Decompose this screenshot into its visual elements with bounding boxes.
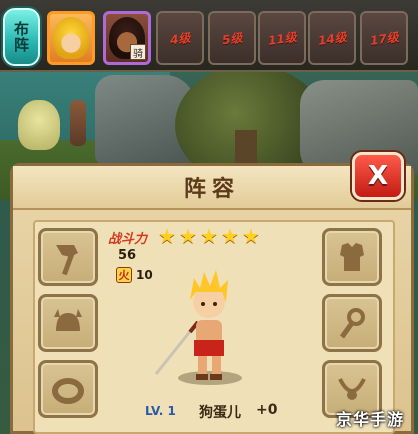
locked-slot-4[interactable]: 4级 xyxy=(156,11,204,65)
unlock-level-label: 11级 xyxy=(266,29,298,48)
npc-creature[interactable] xyxy=(18,100,60,150)
star-icon: ★ xyxy=(158,224,176,248)
hero-character[interactable] xyxy=(150,258,260,388)
unlock-level-label: 14级 xyxy=(316,29,348,48)
amulet-icon xyxy=(339,308,365,339)
close-button[interactable]: X xyxy=(352,152,404,200)
mount-badge: 骑 xyxy=(130,44,146,60)
locked-slot-14[interactable]: 14级 xyxy=(308,11,356,65)
ring-icon xyxy=(52,378,84,404)
hero-slot-1[interactable] xyxy=(47,11,95,65)
close-icon: X xyxy=(367,161,389,191)
combat-power-value: 56 xyxy=(118,248,137,263)
equip-slot-armor[interactable] xyxy=(322,228,382,286)
necklace-icon xyxy=(338,378,366,400)
star-icon: ★ xyxy=(221,224,239,248)
equip-slot-ring[interactable] xyxy=(38,360,98,418)
star-icon: ★ xyxy=(200,224,218,248)
formation-bar: 布阵 骑 4级 5级 11级 14级 17级 xyxy=(0,0,418,72)
panel-title: 阵容 xyxy=(183,177,240,202)
armor-icon xyxy=(340,243,364,271)
hero-slot-2[interactable]: 骑 xyxy=(103,11,151,65)
equip-slot-amulet[interactable] xyxy=(322,294,382,352)
hero-portrait-icon xyxy=(53,17,89,59)
unlock-level-label: 4级 xyxy=(169,30,192,47)
hero-enhance-level: +0 xyxy=(256,402,278,418)
helmet-icon xyxy=(54,309,82,331)
locked-slot-5[interactable]: 5级 xyxy=(208,11,256,65)
formation-button-label: 布阵 xyxy=(12,21,30,53)
locked-slot-17[interactable]: 17级 xyxy=(360,11,408,65)
combat-power-label: 战斗力 xyxy=(108,232,148,247)
star-rating: ★ ★ ★ ★ ★ xyxy=(158,226,262,246)
formation-button[interactable]: 布阵 xyxy=(3,8,40,66)
equip-slot-helmet[interactable] xyxy=(38,294,98,352)
fire-element-icon: 火 xyxy=(116,267,132,283)
axe-icon xyxy=(56,245,78,276)
locked-slot-11[interactable]: 11级 xyxy=(258,11,306,65)
equip-slot-weapon[interactable] xyxy=(38,228,98,286)
hero-level: LV. 1 xyxy=(145,404,176,418)
star-icon: ★ xyxy=(179,224,197,248)
hero-name: 狗蛋儿 xyxy=(199,405,241,421)
unlock-level-label: 17级 xyxy=(368,29,400,48)
star-icon: ★ xyxy=(242,224,260,248)
watermark-logo: 京华手游 xyxy=(336,410,405,429)
npc-villager[interactable] xyxy=(70,100,86,146)
unlock-level-label: 5级 xyxy=(221,30,244,47)
element-glyph: 火 xyxy=(118,269,130,282)
